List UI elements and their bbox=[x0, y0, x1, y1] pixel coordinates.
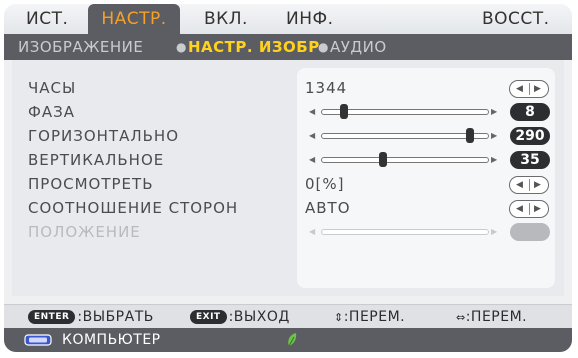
setting-value: 1344 bbox=[305, 79, 348, 97]
exit-key-icon: EXIT bbox=[190, 310, 227, 324]
help-updown: ⇕:ПЕРЕМ. bbox=[334, 305, 405, 330]
setting-value: АВТО bbox=[305, 199, 351, 217]
help-exit: EXIT:ВЫХОД bbox=[190, 305, 290, 329]
left-arrow-icon: ◀ bbox=[309, 227, 316, 236]
left-right-arrows-button[interactable]: ◀ ▶ bbox=[509, 176, 549, 194]
menu-tabs: ИСТ. НАСТР. ВКЛ. ИНФ. ВОССТ. bbox=[4, 4, 572, 34]
setting-row-phase[interactable]: ФАЗА ◀ ▶ 8 bbox=[12, 101, 564, 123]
settings-panel: ЧАСЫ 1344 ◀ ▶ ФАЗА ◀ ▶ 8 ГОРИЗОНТАЛЬНО ◀ bbox=[12, 60, 564, 296]
slider-track[interactable] bbox=[321, 157, 489, 163]
left-right-arrows-button[interactable]: ◀ ▶ bbox=[509, 200, 549, 218]
phase-slider[interactable]: ◀ ▶ bbox=[309, 101, 499, 123]
setting-label: ПРОСМОТРЕТЬ bbox=[28, 175, 154, 193]
position-slider: ◀ ▶ bbox=[309, 221, 499, 243]
left-right-arrows-icon: ⇔ bbox=[456, 311, 466, 324]
help-leftright-text: :ПЕРЕМ. bbox=[465, 309, 528, 325]
setting-label: ГОРИЗОНТАЛЬНО bbox=[28, 127, 180, 145]
setting-value: 0[%] bbox=[305, 175, 345, 193]
help-bar: ENTER:ВЫБРАТЬ EXIT:ВЫХОД ⇕:ПЕРЕМ. ⇔:ПЕРЕ… bbox=[4, 304, 572, 329]
setting-value-badge: 35 bbox=[510, 151, 550, 169]
setting-row-clock[interactable]: ЧАСЫ 1344 ◀ ▶ bbox=[12, 77, 564, 99]
vertical-slider[interactable]: ◀ ▶ bbox=[309, 149, 499, 171]
right-arrow-icon[interactable]: ▶ bbox=[491, 125, 497, 147]
setting-row-vertical[interactable]: ВЕРТИКАЛЬНОЕ ◀ ▶ 35 bbox=[12, 149, 564, 171]
tab-source[interactable]: ИСТ. bbox=[26, 4, 68, 34]
setting-label: СООТНОШЕНИЕ СТОРОН bbox=[28, 199, 239, 217]
setting-value-badge bbox=[510, 223, 550, 241]
right-arrow-icon[interactable]: ▶ bbox=[491, 101, 497, 123]
input-source: КОМПЬЮТЕР bbox=[62, 332, 161, 348]
right-arrow-icon[interactable]: ▶ bbox=[491, 149, 497, 171]
left-right-arrows-button[interactable]: ◀ ▶ bbox=[509, 80, 549, 98]
right-arrow-icon: ▶ bbox=[491, 227, 498, 236]
setting-row-overscan[interactable]: ПРОСМОТРЕТЬ 0[%] ◀ ▶ bbox=[12, 173, 564, 195]
slider-track[interactable] bbox=[321, 133, 489, 139]
right-arrow-icon[interactable]: ▶ bbox=[534, 177, 541, 193]
slider-thumb[interactable] bbox=[466, 128, 475, 143]
help-enter-text: :ВЫБРАТЬ bbox=[77, 309, 154, 325]
tab-setup[interactable]: НАСТР. bbox=[88, 4, 180, 34]
enter-key-icon: ENTER bbox=[28, 310, 76, 324]
help-exit-text: :ВЫХОД bbox=[228, 309, 290, 325]
left-arrow-icon[interactable]: ◀ bbox=[309, 101, 315, 123]
crumb-separator: ● bbox=[318, 40, 329, 54]
left-arrow-icon[interactable]: ◀ bbox=[516, 201, 523, 217]
up-down-arrows-icon: ⇕ bbox=[334, 311, 344, 324]
projector-menu: ИСТ. НАСТР. ВКЛ. ИНФ. ВОССТ. ИЗОБРАЖЕНИЕ… bbox=[4, 4, 572, 352]
setting-row-aspect-ratio[interactable]: СООТНОШЕНИЕ СТОРОН АВТО ◀ ▶ bbox=[12, 197, 564, 219]
tab-on[interactable]: ВКЛ. bbox=[204, 4, 248, 34]
setting-value-badge: 290 bbox=[510, 127, 550, 145]
breadcrumb: ИЗОБРАЖЕНИЕ ● НАСТР. ИЗОБР ● АУДИО bbox=[4, 34, 572, 60]
help-leftright: ⇔:ПЕРЕМ. bbox=[456, 305, 527, 330]
left-arrow-icon[interactable]: ◀ bbox=[309, 125, 315, 147]
setting-row-horizontal[interactable]: ГОРИЗОНТАЛЬНО ◀ ▶ 290 bbox=[12, 125, 564, 147]
crumb-separator: ● bbox=[176, 40, 187, 54]
eco-leaf-icon bbox=[288, 333, 297, 347]
left-arrow-icon[interactable]: ◀ bbox=[516, 177, 523, 193]
divider bbox=[529, 83, 530, 95]
right-arrow-icon[interactable]: ▶ bbox=[534, 81, 541, 97]
right-arrow-icon[interactable]: ▶ bbox=[534, 201, 541, 217]
setting-row-position: ПОЛОЖЕНИЕ ◀ ▶ bbox=[12, 221, 564, 243]
setting-label: ФАЗА bbox=[28, 103, 76, 121]
crumb-audio[interactable]: АУДИО bbox=[330, 34, 387, 60]
setting-value-badge: 8 bbox=[510, 103, 550, 121]
status-bar: КОМПЬЮТЕР bbox=[4, 328, 572, 352]
divider bbox=[529, 179, 530, 191]
slider-track bbox=[321, 229, 489, 235]
slider-thumb[interactable] bbox=[379, 152, 388, 167]
left-arrow-icon[interactable]: ◀ bbox=[516, 81, 523, 97]
crumb-picture-settings[interactable]: НАСТР. ИЗОБР bbox=[188, 34, 320, 60]
setting-label: ЧАСЫ bbox=[28, 79, 77, 97]
help-enter: ENTER:ВЫБРАТЬ bbox=[28, 305, 154, 329]
setting-label: ВЕРТИКАЛЬНОЕ bbox=[28, 151, 165, 169]
help-updown-text: :ПЕРЕМ. bbox=[343, 309, 406, 325]
horizontal-slider[interactable]: ◀ ▶ bbox=[309, 125, 499, 147]
slider-thumb[interactable] bbox=[339, 104, 348, 119]
left-arrow-icon[interactable]: ◀ bbox=[309, 149, 315, 171]
monitor-icon bbox=[24, 334, 52, 346]
crumb-picture[interactable]: ИЗОБРАЖЕНИЕ bbox=[18, 34, 143, 60]
tab-reset[interactable]: ВОССТ. bbox=[482, 4, 550, 34]
setting-label: ПОЛОЖЕНИЕ bbox=[28, 223, 141, 241]
divider bbox=[529, 203, 530, 215]
tab-info[interactable]: ИНФ. bbox=[286, 4, 334, 34]
